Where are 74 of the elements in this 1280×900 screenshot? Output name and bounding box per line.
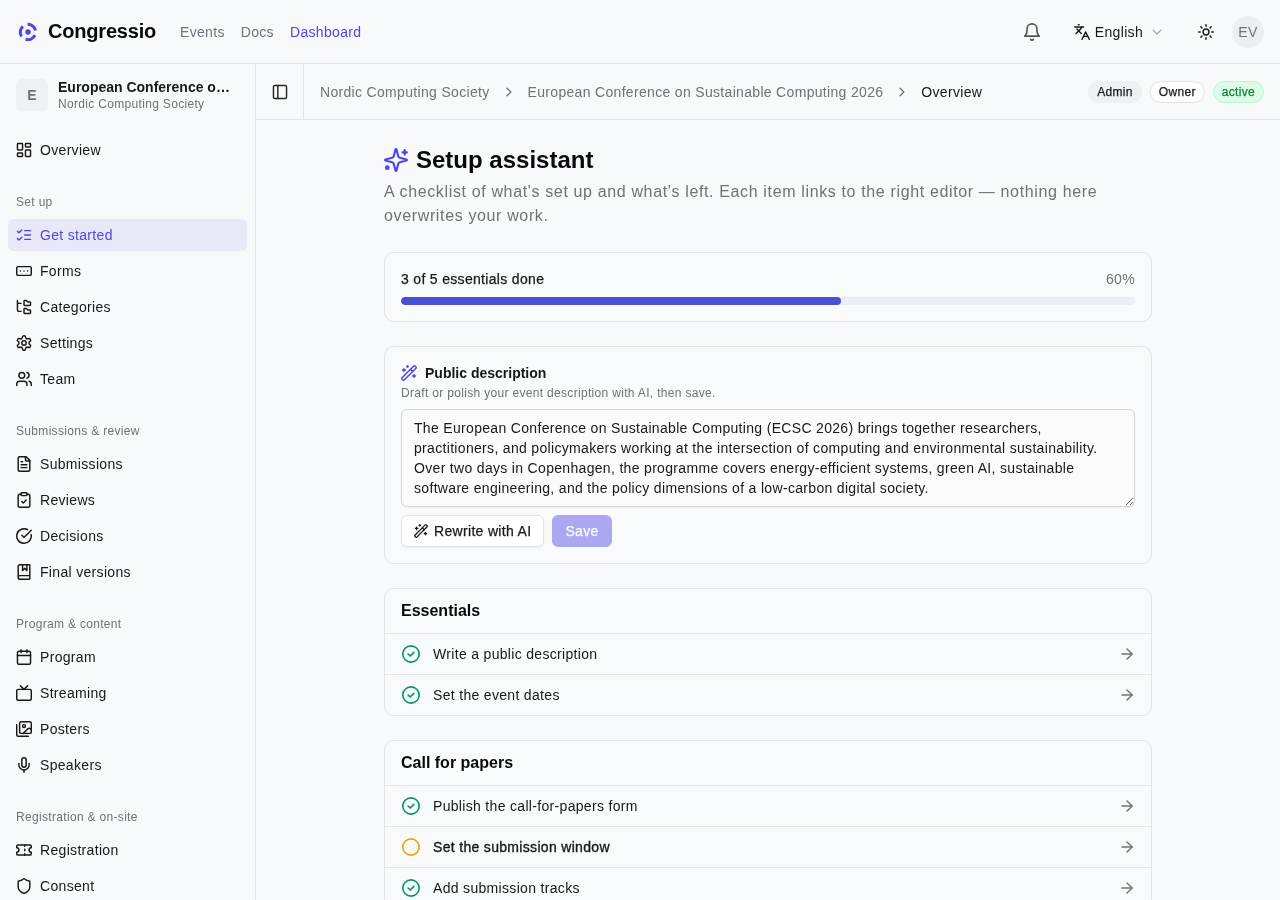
microphone-icon [16, 757, 32, 773]
shield-icon [16, 878, 32, 894]
sidebar-item[interactable]: Final versions [8, 556, 247, 588]
checklist-title: Essentials [385, 589, 1151, 634]
sparkles-icon [384, 148, 408, 172]
sidebar-item[interactable]: Registration [8, 834, 247, 866]
images-icon [16, 721, 32, 737]
event-avatar: E [16, 79, 48, 111]
progress-label: 3 of 5 essentials done [401, 270, 545, 289]
bell-icon [1022, 22, 1041, 41]
user-avatar[interactable]: EV [1232, 15, 1264, 48]
rewrite-button[interactable]: Rewrite with AI [401, 515, 545, 547]
language-select[interactable]: English [1065, 17, 1172, 46]
card-hint: Draft or polish your event description with AI, then save. [401, 385, 717, 401]
sidebar-item[interactable]: Program [8, 641, 247, 673]
translate-icon [1073, 23, 1090, 40]
logo-icon [18, 21, 38, 42]
circle-check-icon [16, 528, 32, 544]
panel-icon [271, 83, 288, 100]
folder-tree-icon [16, 299, 32, 315]
checklist-icon [16, 227, 32, 243]
sidebar-item[interactable]: Team [8, 363, 247, 395]
sidebar-item[interactable]: Streaming [8, 677, 247, 709]
checklist-item[interactable]: Set the submission window [385, 826, 1151, 867]
top-nav-link[interactable]: Events [180, 23, 225, 40]
sidebar-item[interactable]: Get started [8, 219, 247, 251]
breadcrumb-link[interactable]: European Conference on Sustainable Computing 2026 [527, 83, 884, 100]
book-icon [16, 564, 32, 580]
document-icon [16, 456, 32, 472]
organization-name: Nordic Computing Society [58, 96, 206, 112]
breadcrumb-current: Overview [921, 83, 983, 100]
sidebar-item[interactable]: Consent [8, 870, 247, 900]
page-title: Setup assistant [416, 145, 594, 175]
description-field[interactable]: The European Conference on Sustainable Computing (ECSC 2026) brings together researchers, practitioners, and policymakers working at the intersection of computing and environmental sustainability. Over two days in Copenhagen, the programme covers energy-efficient systems, green AI, sustainable software engineering, and the policy dimensions of a low-carbon digital society. [401, 409, 1135, 507]
brand-name: Congressio [48, 20, 157, 43]
users-icon [16, 371, 32, 387]
top-nav-link[interactable]: Dashboard [289, 23, 362, 40]
sidebar-item[interactable]: Submissions [8, 448, 247, 480]
tv-icon [16, 685, 32, 701]
checklist-item[interactable]: Publish the call-for-papers form [385, 786, 1151, 826]
sidebar-section-heading: Submissions & review [15, 423, 141, 439]
sidebar-item[interactable]: Settings [8, 327, 247, 359]
rectangle-dots-icon [16, 263, 32, 279]
role-badge: Admin [1088, 80, 1142, 103]
ticket-icon [16, 842, 32, 858]
sidebar-section-heading: Program & content [15, 616, 123, 632]
sidebar-item[interactable]: Reviews [8, 484, 247, 516]
breadcrumb-link[interactable]: Nordic Computing Society [320, 83, 490, 100]
checklist-item[interactable]: Set the event dates [385, 674, 1151, 715]
sidebar-item[interactable]: Categories [8, 291, 247, 323]
top-nav-link[interactable]: Docs [240, 23, 274, 40]
sidebar-item[interactable]: Posters [8, 713, 247, 745]
calendar-icon [16, 649, 32, 665]
sidebar-section-heading: Registration & on-site [15, 809, 139, 825]
settings-icon [16, 335, 32, 351]
checklist-title: Call for papers [385, 741, 1151, 786]
role-badge: Owner [1149, 80, 1205, 103]
card-title: Public description [425, 364, 547, 383]
event-name: European Conference o… [58, 78, 230, 96]
sidebar-item[interactable]: Decisions [8, 520, 247, 552]
sidebar-item[interactable]: Speakers [8, 749, 247, 781]
sidebar-item[interactable]: Forms [8, 255, 247, 287]
page-description: A checklist of what's set up and what's left. Each item links to the right editor — nothing here overwrites your work. [384, 182, 1099, 226]
magic-wand-icon [414, 524, 428, 538]
status-badge: active [1212, 80, 1264, 103]
sidebar-item[interactable]: Overview [8, 134, 247, 166]
clipboard-check-icon [16, 492, 32, 508]
sun-icon [1198, 23, 1214, 40]
checklist-item[interactable]: Add submission tracks [385, 867, 1151, 900]
checklist-item[interactable]: Write a public description [385, 634, 1151, 674]
sidebar-section-heading: Set up [15, 194, 54, 210]
progress-percent: 60% [1106, 270, 1135, 289]
magic-wand-icon [401, 365, 417, 381]
grid-icon [16, 142, 32, 158]
